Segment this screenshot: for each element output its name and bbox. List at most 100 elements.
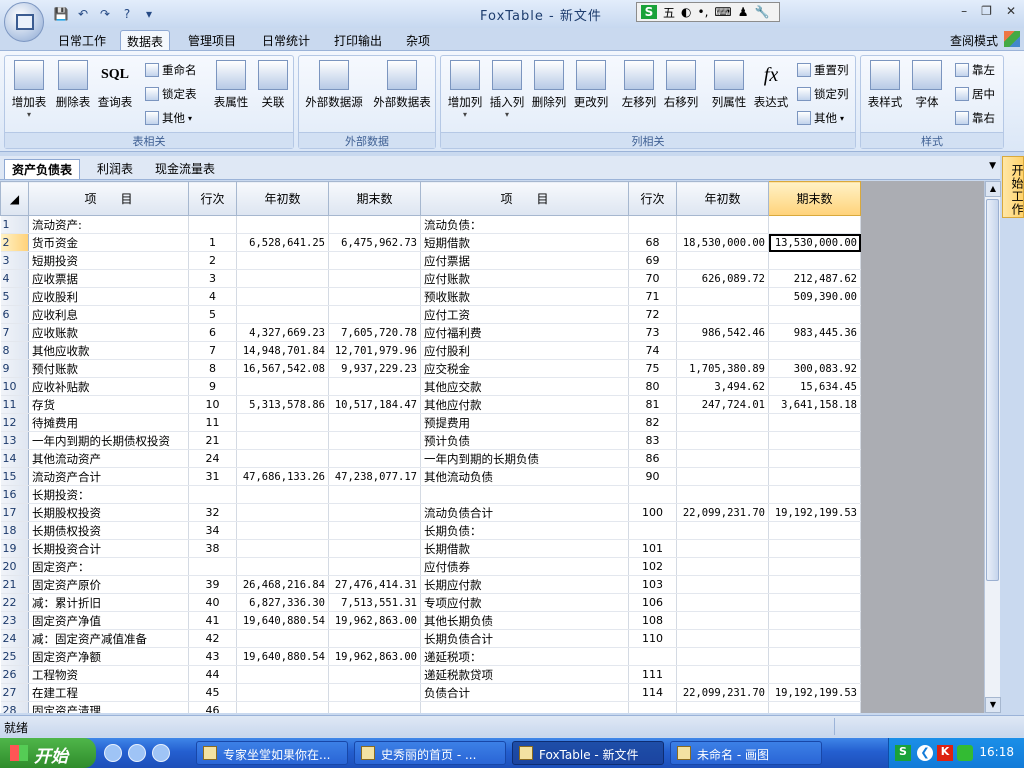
table-cell[interactable] xyxy=(236,485,329,504)
table-cell[interactable]: 108 xyxy=(628,611,677,630)
table-cell[interactable]: 1,705,380.89 xyxy=(676,359,769,378)
row-header[interactable]: 27 xyxy=(0,683,29,702)
row-header[interactable]: 7 xyxy=(0,323,29,342)
row-header[interactable]: 16 xyxy=(0,485,29,504)
table-cell[interactable] xyxy=(676,575,769,594)
column-header[interactable]: 年初数 xyxy=(676,181,769,216)
table-cell[interactable]: 7,605,720.78 xyxy=(328,323,421,342)
table-cell[interactable]: 11 xyxy=(188,413,237,432)
table-cell[interactable] xyxy=(236,251,329,270)
table-cell[interactable]: 983,445.36 xyxy=(768,323,861,342)
table-cell[interactable]: 减：固定资产减值准备 xyxy=(28,629,189,648)
scroll-up-icon[interactable]: ▲ xyxy=(985,181,1001,197)
minimize-button[interactable]: – xyxy=(961,4,967,18)
ext-table-button[interactable]: 外部数据表 xyxy=(369,60,435,130)
table-cell[interactable] xyxy=(236,683,329,702)
scroll-thumb[interactable] xyxy=(986,199,999,581)
table-cell[interactable] xyxy=(328,413,421,432)
table-cell[interactable] xyxy=(328,287,421,306)
table-cell[interactable] xyxy=(236,521,329,540)
row-header[interactable]: 18 xyxy=(0,521,29,540)
table-cell[interactable] xyxy=(236,701,329,713)
table-cell[interactable]: 流动资产合计 xyxy=(28,467,189,486)
table-cell[interactable] xyxy=(628,521,677,540)
table-cell[interactable] xyxy=(676,701,769,713)
task-homepage[interactable]: 史秀丽的首页 - ... xyxy=(354,741,506,765)
table-cell[interactable]: 减：累计折旧 xyxy=(28,593,189,612)
table-cell[interactable]: 247,724.01 xyxy=(676,395,769,414)
help-icon[interactable]: ? xyxy=(118,5,136,23)
column-header[interactable]: 项 目 xyxy=(420,181,629,216)
qat-more-icon[interactable]: ▾ xyxy=(140,5,158,23)
ext-source-button[interactable]: 外部数据源 xyxy=(301,60,367,130)
table-cell[interactable] xyxy=(768,341,861,360)
table-cell[interactable] xyxy=(768,413,861,432)
table-cell[interactable]: 18,530,000.00 xyxy=(676,233,769,252)
table-cell[interactable]: 15,634.45 xyxy=(768,377,861,396)
table-cell[interactable] xyxy=(768,539,861,558)
table-cell[interactable] xyxy=(420,701,629,713)
table-cell[interactable] xyxy=(676,251,769,270)
row-header[interactable]: 17 xyxy=(0,503,29,522)
table-cell[interactable] xyxy=(328,665,421,684)
move-right-button[interactable]: 右移列 xyxy=(659,60,703,130)
table-cell[interactable]: 应收账款 xyxy=(28,323,189,342)
table-cell[interactable] xyxy=(328,431,421,450)
table-cell[interactable] xyxy=(676,467,769,486)
table-cell[interactable]: 100 xyxy=(628,503,677,522)
tray-expand-icon[interactable]: ❮ xyxy=(917,745,933,761)
grid-corner[interactable]: ◢ xyxy=(0,181,29,216)
row-header[interactable]: 8 xyxy=(0,341,29,360)
table-cell[interactable]: 递延税款贷项 xyxy=(420,665,629,684)
tab-print-output[interactable]: 打印输出 xyxy=(328,30,388,51)
app-menu-button[interactable] xyxy=(4,2,44,42)
table-cell[interactable] xyxy=(768,485,861,504)
query-mode-icon[interactable] xyxy=(1004,31,1020,47)
table-cell[interactable]: 应付工资 xyxy=(420,305,629,324)
table-cell[interactable] xyxy=(676,449,769,468)
row-header[interactable]: 5 xyxy=(0,287,29,306)
table-cell[interactable] xyxy=(236,377,329,396)
row-header[interactable]: 15 xyxy=(0,467,29,486)
table-cell[interactable]: 5,313,578.86 xyxy=(236,395,329,414)
table-cell[interactable]: 47,686,133.26 xyxy=(236,467,329,486)
table-cell[interactable]: 73 xyxy=(628,323,677,342)
row-header[interactable]: 26 xyxy=(0,665,29,684)
table-cell[interactable]: 其他应交款 xyxy=(420,377,629,396)
table-cell[interactable] xyxy=(676,539,769,558)
table-cell[interactable]: 固定资产： xyxy=(28,557,189,576)
table-cell[interactable]: 86 xyxy=(628,449,677,468)
tab-daily-work[interactable]: 日常工作 xyxy=(52,30,112,51)
table-cell[interactable]: 存货 xyxy=(28,395,189,414)
table-cell[interactable]: 19,192,199.53 xyxy=(768,503,861,522)
table-cell[interactable]: 21 xyxy=(188,431,237,450)
table-cell[interactable]: 长期应付款 xyxy=(420,575,629,594)
table-cell[interactable]: 10,517,184.47 xyxy=(328,395,421,414)
table-cell[interactable]: 103 xyxy=(628,575,677,594)
sogou-icon[interactable]: S xyxy=(641,5,657,19)
table-cell[interactable]: 509,390.00 xyxy=(768,287,861,306)
table-cell[interactable]: 72 xyxy=(628,305,677,324)
table-cell[interactable]: 3 xyxy=(188,269,237,288)
ie-icon[interactable] xyxy=(104,744,122,762)
row-header[interactable]: 13 xyxy=(0,431,29,450)
column-props-button[interactable]: 列属性 xyxy=(707,60,751,130)
table-cell[interactable] xyxy=(628,701,677,713)
table-cell[interactable] xyxy=(676,557,769,576)
table-cell[interactable]: 8 xyxy=(188,359,237,378)
table-cell[interactable] xyxy=(236,503,329,522)
table-cell[interactable]: 83 xyxy=(628,431,677,450)
other-table-button[interactable]: 其他 ▾ xyxy=(145,108,192,128)
table-cell[interactable] xyxy=(676,341,769,360)
table-cell[interactable] xyxy=(328,503,421,522)
table-cell[interactable] xyxy=(236,665,329,684)
start-button[interactable]: 开始 xyxy=(0,738,96,768)
table-cell[interactable]: 负债合计 xyxy=(420,683,629,702)
browser-icon[interactable] xyxy=(128,744,146,762)
table-cell[interactable]: 固定资产净值 xyxy=(28,611,189,630)
table-cell[interactable] xyxy=(676,215,769,234)
add-table-button[interactable]: 增加表 ▾ xyxy=(7,60,51,130)
column-header[interactable]: 行次 xyxy=(628,181,677,216)
table-cell[interactable]: 27,476,414.31 xyxy=(328,575,421,594)
table-cell[interactable]: 71 xyxy=(628,287,677,306)
